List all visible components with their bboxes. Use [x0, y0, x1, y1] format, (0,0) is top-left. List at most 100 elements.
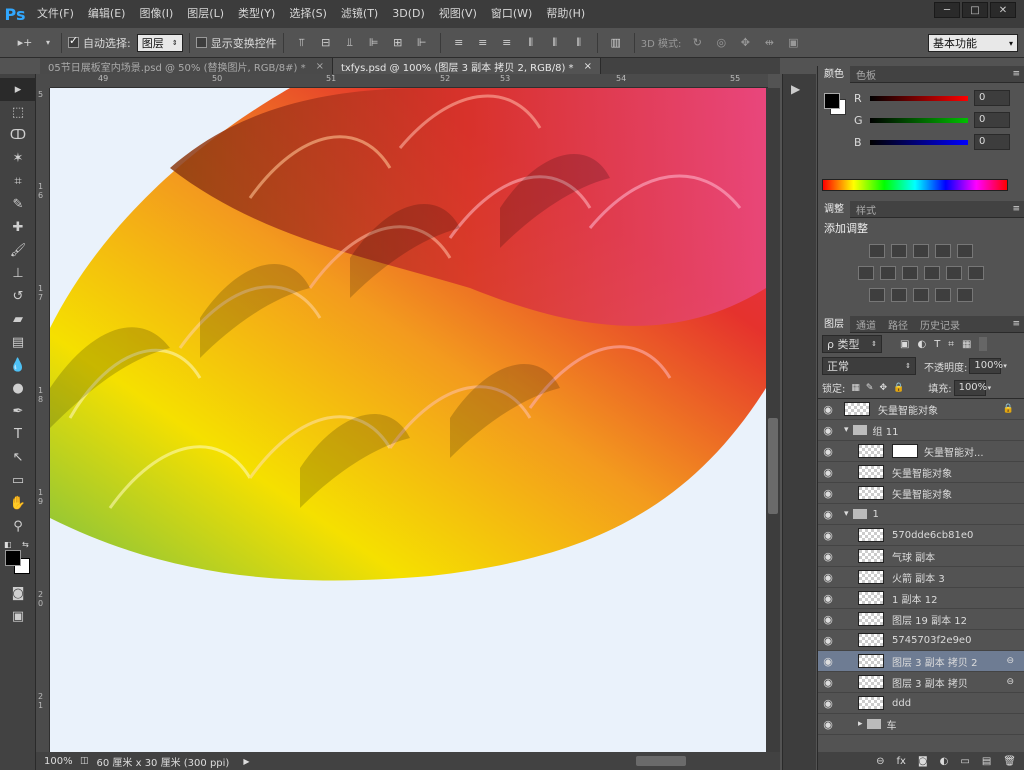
layer-row[interactable]: ◉ 气球 副本	[818, 546, 1024, 567]
filter-toggle[interactable]	[979, 337, 988, 351]
visibility-eye-icon[interactable]: ◉	[818, 445, 838, 458]
delete-layer-icon[interactable]: 🗑	[1003, 756, 1016, 767]
3d-slide-icon[interactable]: ⇹	[760, 35, 778, 51]
chevron-down-icon[interactable]: ▾	[1003, 362, 1007, 370]
3d-roll-icon[interactable]: ◎	[712, 35, 730, 51]
tab-document-2[interactable]: txfys.psd @ 100% (图层 3 副本 拷贝 2, RGB/8) *…	[332, 58, 601, 74]
visibility-eye-icon[interactable]: ◉	[818, 718, 838, 731]
menu-3d[interactable]: 3D(D)	[385, 0, 432, 28]
blur-tool-icon[interactable]: 💧	[0, 354, 36, 377]
panel-menu-icon[interactable]: ≡	[1012, 69, 1020, 79]
color-balance-icon[interactable]	[880, 266, 896, 280]
layer-row[interactable]: ◉ 矢量智能对象	[818, 483, 1024, 504]
visibility-eye-icon[interactable]: ◉	[818, 529, 838, 542]
visibility-eye-icon[interactable]: ◉	[818, 571, 838, 584]
lock-transparent-icon[interactable]: ▦	[851, 383, 860, 393]
align-vcenter-icon[interactable]: ⊟	[317, 35, 335, 51]
path-selection-tool-icon[interactable]: ↖	[0, 446, 36, 469]
visibility-eye-icon[interactable]: ◉	[818, 403, 838, 416]
add-mask-icon[interactable]: ◙	[918, 756, 928, 767]
align-right-icon[interactable]: ⊩	[413, 35, 431, 51]
layer-name[interactable]: ddd	[892, 698, 1024, 709]
crop-tool-icon[interactable]: ⌗	[0, 170, 36, 193]
blue-value[interactable]: 0	[974, 134, 1010, 150]
layer-name[interactable]: 矢量智能对象	[878, 402, 1003, 417]
foreground-color-swatch[interactable]	[5, 550, 21, 566]
distribute-bottom-icon[interactable]: ≡	[498, 35, 516, 51]
menu-view[interactable]: 视图(V)	[432, 0, 484, 28]
chevron-right-icon[interactable]: ▶	[243, 757, 249, 766]
horizontal-scrollbar-thumb[interactable]	[636, 756, 686, 766]
menu-window[interactable]: 窗口(W)	[484, 0, 539, 28]
chevron-down-icon[interactable]: ▾	[844, 425, 849, 435]
layer-name[interactable]: 1	[873, 509, 1024, 520]
filter-smart-icon[interactable]: ▦	[962, 339, 971, 350]
tab-swatches[interactable]: 色板	[850, 67, 882, 82]
blue-slider[interactable]	[870, 139, 968, 145]
close-icon[interactable]: ×	[584, 61, 592, 72]
layer-row[interactable]: ◉ 矢量智能对...	[818, 441, 1024, 462]
visibility-eye-icon[interactable]: ◉	[818, 508, 838, 521]
chevron-down-icon[interactable]: ▾	[44, 35, 52, 51]
filter-shape-icon[interactable]: ⌗	[948, 339, 954, 350]
black-white-icon[interactable]	[902, 266, 918, 280]
layer-name[interactable]: 1 副本 12	[892, 591, 1024, 606]
close-icon[interactable]: ×	[316, 61, 324, 72]
move-tool-preset-icon[interactable]: ▸+	[12, 35, 38, 51]
red-slider[interactable]	[870, 95, 968, 101]
visibility-eye-icon[interactable]: ◉	[818, 424, 838, 437]
layer-name[interactable]: 图层 3 副本 拷贝 2	[892, 654, 1006, 669]
scrollbar-thumb[interactable]	[768, 418, 778, 514]
eraser-tool-icon[interactable]: ▰	[0, 308, 36, 331]
close-button[interactable]: ✕	[990, 2, 1016, 18]
move-tool-icon[interactable]: ▸	[0, 78, 36, 101]
layer-name[interactable]: 车	[887, 717, 1024, 732]
channel-mixer-icon[interactable]	[946, 266, 962, 280]
visibility-eye-icon[interactable]: ◉	[818, 592, 838, 605]
layer-kind-filter[interactable]: ρ 类型 ⇕	[822, 335, 882, 353]
history-brush-tool-icon[interactable]: ↺	[0, 285, 36, 308]
distribute-right-icon[interactable]: ⦀	[570, 35, 588, 51]
tab-styles[interactable]: 样式	[850, 202, 882, 217]
tab-history[interactable]: 历史记录	[914, 317, 966, 332]
layer-name[interactable]: 气球 副本	[892, 549, 1024, 564]
hand-tool-icon[interactable]: ✋	[0, 492, 36, 515]
opacity-input[interactable]: 100%	[969, 358, 1003, 374]
marquee-tool-icon[interactable]: ⬚	[0, 101, 36, 124]
invert-icon[interactable]	[869, 288, 885, 302]
distribute-hcenter-icon[interactable]: ⦀	[546, 35, 564, 51]
foreground-color-swatch[interactable]	[824, 93, 840, 109]
menu-image[interactable]: 图像(I)	[132, 0, 180, 28]
screen-mode-icon[interactable]: ▣	[0, 605, 36, 628]
layer-name[interactable]: 火箭 副本 3	[892, 570, 1024, 585]
align-bottom-icon[interactable]: ⫫	[341, 35, 359, 51]
blend-mode-dropdown[interactable]: 正常 ⇕	[822, 357, 916, 375]
gradient-tool-icon[interactable]: ▤	[0, 331, 36, 354]
lock-all-icon[interactable]: 🔒	[893, 383, 904, 393]
3d-drag-icon[interactable]: ✥	[736, 35, 754, 51]
layer-style-icon[interactable]: fx	[897, 756, 906, 767]
filter-pixel-icon[interactable]: ▣	[900, 339, 909, 350]
type-tool-icon[interactable]: T	[0, 423, 36, 446]
layer-row[interactable]: ◉▾组 1	[818, 735, 1024, 740]
layer-row[interactable]: ◉ ▾ 组 11	[818, 420, 1024, 441]
link-layers-icon[interactable]: ⊖	[876, 756, 884, 767]
layer-name[interactable]: 矢量智能对...	[924, 444, 1024, 459]
chevron-down-icon[interactable]: ▾	[988, 384, 992, 392]
visibility-eye-icon[interactable]: ◉	[818, 466, 838, 479]
minimize-button[interactable]: ─	[934, 2, 960, 18]
visibility-eye-icon[interactable]: ◉	[818, 739, 838, 740]
tab-adjustments[interactable]: 调整	[818, 200, 850, 218]
gradient-map-icon[interactable]	[957, 288, 973, 302]
curves-icon[interactable]	[913, 244, 929, 258]
selective-color-icon[interactable]	[935, 288, 951, 302]
visibility-eye-icon[interactable]: ◉	[818, 550, 838, 563]
menu-edit[interactable]: 编辑(E)	[81, 0, 133, 28]
rectangle-tool-icon[interactable]: ▭	[0, 469, 36, 492]
tab-layers[interactable]: 图层	[818, 315, 850, 333]
menu-layer[interactable]: 图层(L)	[180, 0, 231, 28]
distribute-left-icon[interactable]: ⦀	[522, 35, 540, 51]
maximize-button[interactable]: □	[962, 2, 988, 18]
chevron-down-icon[interactable]: ▾	[844, 509, 849, 519]
lock-pixels-icon[interactable]: ✎	[866, 383, 874, 393]
